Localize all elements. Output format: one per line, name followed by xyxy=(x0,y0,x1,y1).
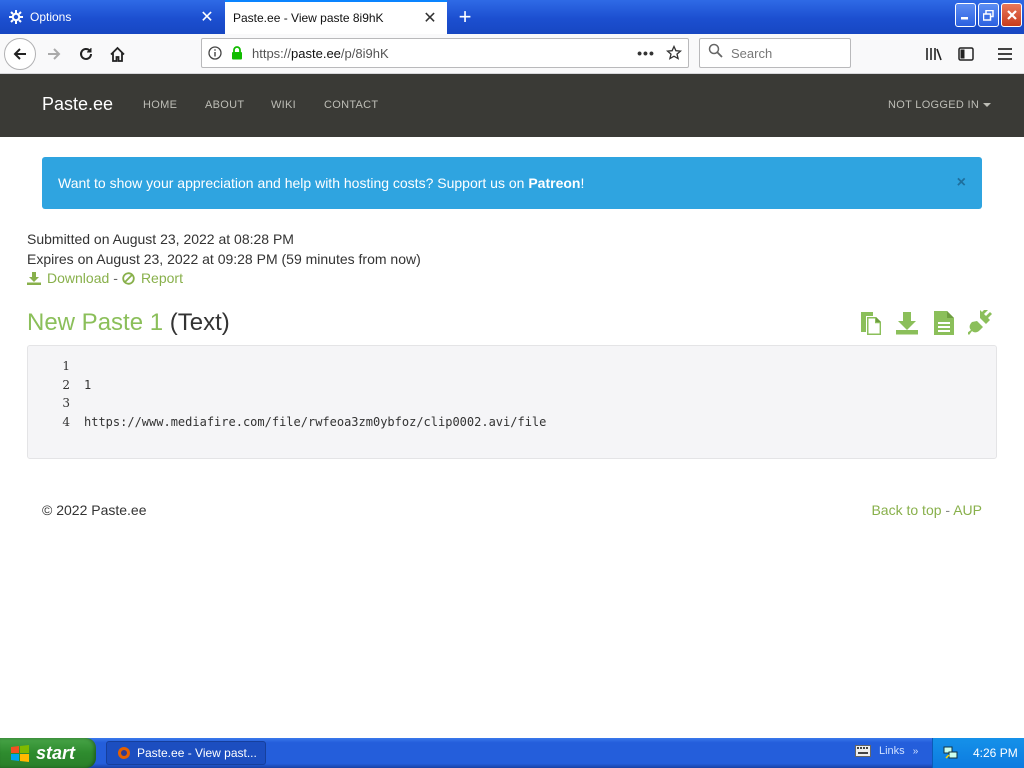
login-dropdown[interactable]: NOT LOGGED IN xyxy=(888,99,992,111)
menu-button[interactable] xyxy=(990,39,1020,69)
site-navbar: Paste.ee HOME ABOUT WIKI CONTACT NOT LOG… xyxy=(0,74,1024,137)
download-link[interactable]: Download xyxy=(27,270,109,286)
forward-button[interactable] xyxy=(39,39,69,69)
chevron-right-icon: » xyxy=(912,745,919,757)
tab-title: Options xyxy=(30,10,72,24)
new-tab-button[interactable]: + xyxy=(452,4,478,30)
search-input[interactable] xyxy=(731,45,841,61)
address-bar[interactable]: https://paste.ee/p/8i9hK ••• xyxy=(201,38,689,68)
plug-icon[interactable] xyxy=(967,309,995,337)
home-icon xyxy=(109,46,125,62)
aup-link[interactable]: AUP xyxy=(953,502,982,518)
line-number: 3 xyxy=(62,396,70,410)
firefox-icon xyxy=(118,747,130,759)
line-number-gutter: 1 2 3 4 xyxy=(28,346,76,458)
library-icon xyxy=(926,48,942,61)
line-number: 2 xyxy=(62,378,70,392)
taskbar-item-firefox[interactable]: Paste.ee - View past... xyxy=(106,741,266,765)
code-line: https://www.mediafire.com/file/rwfeoa3zm… xyxy=(84,415,547,429)
back-to-top-link[interactable]: Back to top xyxy=(871,502,941,518)
restore-button[interactable] xyxy=(978,3,999,27)
paste-actions: Download - Report xyxy=(27,270,183,286)
back-button[interactable] xyxy=(4,38,36,70)
patreon-link[interactable]: Patreon xyxy=(528,175,580,191)
nav-toolbar: https://paste.ee/p/8i9hK ••• xyxy=(0,34,1024,74)
gear-icon xyxy=(8,9,24,25)
sidebar-button[interactable] xyxy=(951,39,981,69)
code-line: 1 xyxy=(84,378,92,392)
alert-text: Want to show your appreciation and help … xyxy=(58,175,525,191)
links-toolbar[interactable]: Links » xyxy=(855,745,918,757)
patreon-alert: Want to show your appreciation and help … xyxy=(42,157,982,209)
download-icon[interactable] xyxy=(893,309,921,337)
submitted-date: Submitted on August 23, 2022 at 08:28 PM xyxy=(27,231,294,247)
url-text: https://paste.ee/p/8i9hK xyxy=(252,45,389,61)
line-number: 4 xyxy=(62,415,70,429)
ban-icon xyxy=(122,271,135,285)
arrow-left-icon xyxy=(13,48,26,60)
brand-logo-link[interactable]: Paste.ee xyxy=(42,94,113,115)
tab-paste[interactable]: Paste.ee - View paste 8i9hK ✕ xyxy=(225,0,447,34)
nav-about[interactable]: ABOUT xyxy=(205,99,244,111)
search-bar[interactable] xyxy=(699,38,851,68)
keyboard-icon xyxy=(855,745,871,757)
nav-home[interactable]: HOME xyxy=(143,99,177,111)
paste-title: New Paste 1 (Text) xyxy=(27,309,230,336)
copyright: © 2022 Paste.ee xyxy=(42,502,147,518)
expires-date: Expires on August 23, 2022 at 09:28 PM (… xyxy=(27,251,421,267)
search-icon xyxy=(708,43,723,63)
alert-close-icon[interactable]: × xyxy=(957,174,966,192)
copy-icon[interactable] xyxy=(857,309,885,337)
close-tab-icon[interactable]: ✕ xyxy=(196,6,218,28)
sidebar-icon xyxy=(958,47,974,61)
reload-icon xyxy=(80,47,92,60)
paste-content: 1 2 3 4 1 https://www.mediafire.com/file… xyxy=(27,345,997,459)
home-button[interactable] xyxy=(102,39,132,69)
bookmark-star-icon[interactable] xyxy=(660,45,688,61)
footer-links: Back to top - AUP xyxy=(871,502,982,518)
reload-button[interactable] xyxy=(71,39,101,69)
report-link[interactable]: Report xyxy=(122,270,183,286)
clock: 4:26 PM xyxy=(973,746,1018,760)
tab-options[interactable]: Options ✕ xyxy=(0,0,224,34)
download-icon xyxy=(27,271,41,285)
chevron-down-icon xyxy=(983,103,992,108)
browser-titlebar: Options ✕ Paste.ee - View paste 8i9hK ✕ … xyxy=(0,0,1024,34)
info-icon[interactable] xyxy=(202,46,228,60)
start-button[interactable]: start xyxy=(0,738,96,768)
close-window-button[interactable] xyxy=(1001,3,1022,27)
network-icon xyxy=(943,746,958,759)
system-tray: 4:26 PM xyxy=(932,738,1024,768)
tab-title: Paste.ee - View paste 8i9hK xyxy=(233,11,384,25)
arrow-right-icon xyxy=(48,48,61,60)
hamburger-icon xyxy=(998,48,1012,60)
page-actions-icon[interactable]: ••• xyxy=(632,45,660,61)
windows-logo-icon xyxy=(11,745,29,762)
lock-icon xyxy=(228,46,246,60)
nav-contact[interactable]: CONTACT xyxy=(324,99,378,111)
nav-wiki[interactable]: WIKI xyxy=(271,99,296,111)
line-number: 1 xyxy=(62,359,70,373)
close-tab-icon[interactable]: ✕ xyxy=(419,7,441,29)
minimize-button[interactable] xyxy=(955,3,976,27)
windows-taskbar: start Paste.ee - View past... Links » 4:… xyxy=(0,738,1024,768)
library-button[interactable] xyxy=(919,39,949,69)
document-icon[interactable] xyxy=(930,309,958,337)
